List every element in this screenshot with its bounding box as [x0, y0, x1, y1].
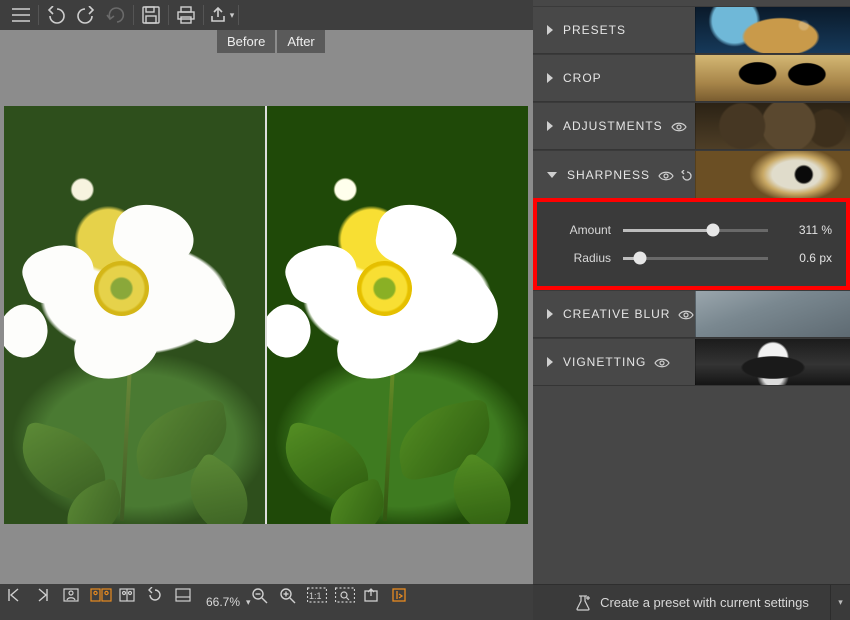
rotate-icon[interactable]: [146, 587, 174, 617]
slider-thumb[interactable]: [634, 252, 647, 265]
section-title: CREATIVE BLUR: [563, 307, 670, 321]
fit-icon[interactable]: [174, 587, 202, 617]
section-title: CROP: [563, 71, 602, 85]
revert-icon[interactable]: [101, 1, 131, 29]
reset-icon[interactable]: [680, 167, 694, 182]
fit-window-icon[interactable]: [335, 587, 363, 617]
section-thumbnail: [695, 151, 850, 198]
before-tab[interactable]: Before: [217, 30, 275, 53]
create-preset-label: Create a preset with current settings: [600, 595, 809, 610]
compare-tabs: Before After: [217, 30, 325, 53]
collapse-icon: [547, 172, 557, 178]
section-thumbnail: [695, 7, 850, 53]
radius-slider[interactable]: [623, 257, 768, 260]
expand-icon: [547, 25, 553, 35]
expand-icon: [547, 309, 553, 319]
split-view-icon[interactable]: [118, 587, 146, 617]
radius-label: Radius: [551, 251, 611, 265]
undo-icon[interactable]: [41, 1, 71, 29]
section-crop[interactable]: CROP: [533, 54, 850, 102]
section-title: PRESETS: [563, 23, 626, 37]
expand-icon: [547, 73, 553, 83]
section-sharpness[interactable]: SHARPNESS: [533, 150, 850, 198]
expand-icon: [547, 357, 553, 367]
visibility-icon[interactable]: [678, 307, 694, 322]
amount-label: Amount: [551, 223, 611, 237]
export-icon[interactable]: [363, 587, 391, 617]
zoom-in-icon[interactable]: [279, 587, 307, 617]
expand-icon: [547, 121, 553, 131]
section-adjustments[interactable]: ADJUSTMENTS: [533, 102, 850, 150]
section-thumbnail: [695, 55, 850, 101]
after-image: [267, 106, 528, 524]
section-vignetting[interactable]: VIGNETTING: [533, 338, 850, 386]
save-icon[interactable]: [136, 1, 166, 29]
chevron-down-icon: ▾: [228, 10, 235, 21]
radius-slider-row: Radius 0.6 px: [551, 244, 832, 272]
preset-dropdown-icon[interactable]: ▾: [830, 585, 850, 620]
before-after-pair: [4, 106, 528, 524]
separator: [133, 5, 134, 25]
section-creative-blur[interactable]: CREATIVE BLUR: [533, 290, 850, 338]
svg-text:1:1: 1:1: [309, 591, 322, 601]
flask-icon: [574, 594, 592, 612]
section-thumbnail: [695, 103, 850, 149]
amount-slider-row: Amount 311 %: [551, 216, 832, 244]
amount-slider[interactable]: [623, 229, 768, 232]
separator: [238, 5, 239, 25]
apply-icon[interactable]: [391, 587, 419, 617]
before-image: [4, 106, 265, 524]
print-icon[interactable]: [171, 1, 201, 29]
section-thumbnail: [695, 291, 850, 337]
first-image-icon[interactable]: [6, 587, 34, 617]
right-panel: PRESETS CROP ADJUSTMENTS SHARPNESS Amoun…: [533, 0, 850, 620]
amount-value: 311 %: [780, 223, 832, 237]
zoom-out-icon[interactable]: [251, 587, 279, 617]
sharpness-controls: Amount 311 % Radius 0.6 px: [533, 198, 850, 290]
hamburger-menu-icon[interactable]: [6, 1, 36, 29]
visibility-icon[interactable]: [671, 119, 687, 134]
zoom-level-label[interactable]: 66.7%: [202, 595, 244, 609]
after-tab[interactable]: After: [277, 30, 324, 53]
section-thumbnail: [695, 339, 850, 385]
visibility-icon[interactable]: [658, 167, 674, 182]
section-presets[interactable]: PRESETS: [533, 6, 850, 54]
section-title: SHARPNESS: [567, 168, 650, 182]
create-preset-button[interactable]: Create a preset with current settings ▾: [533, 584, 850, 620]
separator: [168, 5, 169, 25]
radius-value: 0.6 px: [780, 251, 832, 265]
image-viewport[interactable]: [0, 30, 533, 584]
separator: [203, 5, 204, 25]
visibility-icon[interactable]: [654, 355, 670, 370]
next-image-icon[interactable]: [34, 587, 62, 617]
single-view-icon[interactable]: [62, 587, 90, 617]
slider-thumb[interactable]: [706, 224, 719, 237]
bottom-toolbar: 66.7% ▾ 1:1: [0, 584, 533, 620]
share-icon[interactable]: ▾: [206, 1, 236, 29]
side-by-side-view-icon[interactable]: [90, 587, 118, 617]
section-title: VIGNETTING: [563, 355, 646, 369]
redo-icon[interactable]: [71, 1, 101, 29]
section-title: ADJUSTMENTS: [563, 119, 663, 133]
separator: [38, 5, 39, 25]
actual-size-icon[interactable]: 1:1: [307, 587, 335, 617]
